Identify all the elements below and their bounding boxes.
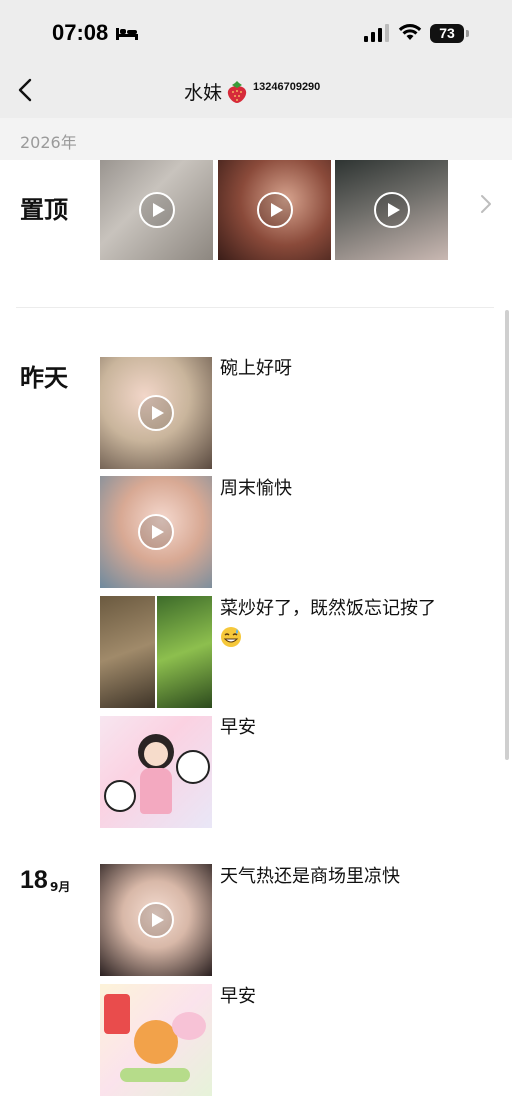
post-caption: 菜炒好了，既然饭忘记按了 bbox=[220, 598, 436, 619]
status-bar: 07:08 73 bbox=[0, 0, 512, 62]
scrollbar[interactable] bbox=[505, 310, 509, 760]
post-video-thumb[interactable] bbox=[100, 864, 212, 976]
pinned-label: 置顶 bbox=[20, 196, 68, 224]
post-caption: 天气热还是商场里凉快 bbox=[220, 866, 400, 887]
battery-tip bbox=[466, 30, 469, 37]
speech-bubble bbox=[176, 750, 210, 784]
play-icon bbox=[138, 395, 174, 431]
speech-bubble bbox=[104, 780, 136, 812]
strawberry-icon bbox=[227, 81, 247, 103]
cartoon-face bbox=[144, 742, 168, 766]
year-header: 2026年 bbox=[0, 118, 512, 160]
wifi-icon bbox=[398, 24, 422, 40]
post-photo-thumb-food-2[interactable] bbox=[157, 596, 212, 708]
post-photo-thumb-food-1[interactable] bbox=[100, 596, 155, 708]
play-icon bbox=[256, 192, 293, 228]
cellular-signal-icon bbox=[364, 24, 389, 42]
pinned-video-thumb-1[interactable] bbox=[100, 160, 213, 260]
grin-sweat-emoji-icon bbox=[221, 627, 241, 647]
pinned-video-thumb-2[interactable] bbox=[218, 160, 331, 260]
profile-name: 水妹 bbox=[184, 82, 223, 104]
post-video-thumb[interactable] bbox=[100, 476, 212, 588]
year-label: 2026年 bbox=[20, 133, 77, 152]
date-label-yesterday: 昨天 bbox=[20, 364, 68, 392]
status-time: 07:08 bbox=[52, 20, 109, 45]
cartoon-sign bbox=[104, 994, 130, 1034]
post-caption-row: 菜炒好了，既然饭忘记按了 bbox=[220, 595, 490, 651]
bed-icon bbox=[116, 28, 138, 40]
post-caption: 早安 bbox=[220, 986, 256, 1007]
nav-bar: 水妹 13246709290 bbox=[0, 62, 512, 118]
post-video-thumb[interactable] bbox=[100, 357, 212, 469]
cartoon-dress bbox=[140, 768, 172, 814]
section-divider bbox=[16, 307, 494, 308]
play-icon bbox=[138, 192, 175, 228]
post-photo-thumb-cartoon[interactable] bbox=[100, 716, 212, 828]
profile-phone: 13246709290 bbox=[253, 81, 321, 93]
date-day: 18 bbox=[20, 866, 48, 894]
play-icon bbox=[373, 192, 410, 228]
play-icon bbox=[138, 514, 174, 550]
cartoon-ground bbox=[120, 1068, 190, 1082]
post-caption: 周末愉快 bbox=[220, 478, 292, 499]
pinned-video-thumb-3[interactable] bbox=[335, 160, 448, 260]
battery-indicator: 73 bbox=[430, 24, 464, 43]
post-caption: 碗上好呀 bbox=[220, 358, 292, 379]
chevron-right-icon[interactable] bbox=[480, 194, 492, 214]
cartoon-heart bbox=[172, 1012, 206, 1040]
post-photo-thumb-cartoon[interactable] bbox=[100, 984, 212, 1096]
date-month: 9月 bbox=[50, 880, 71, 894]
back-arrow-icon[interactable] bbox=[16, 78, 36, 102]
post-caption: 早安 bbox=[220, 717, 256, 738]
play-icon bbox=[138, 902, 174, 938]
